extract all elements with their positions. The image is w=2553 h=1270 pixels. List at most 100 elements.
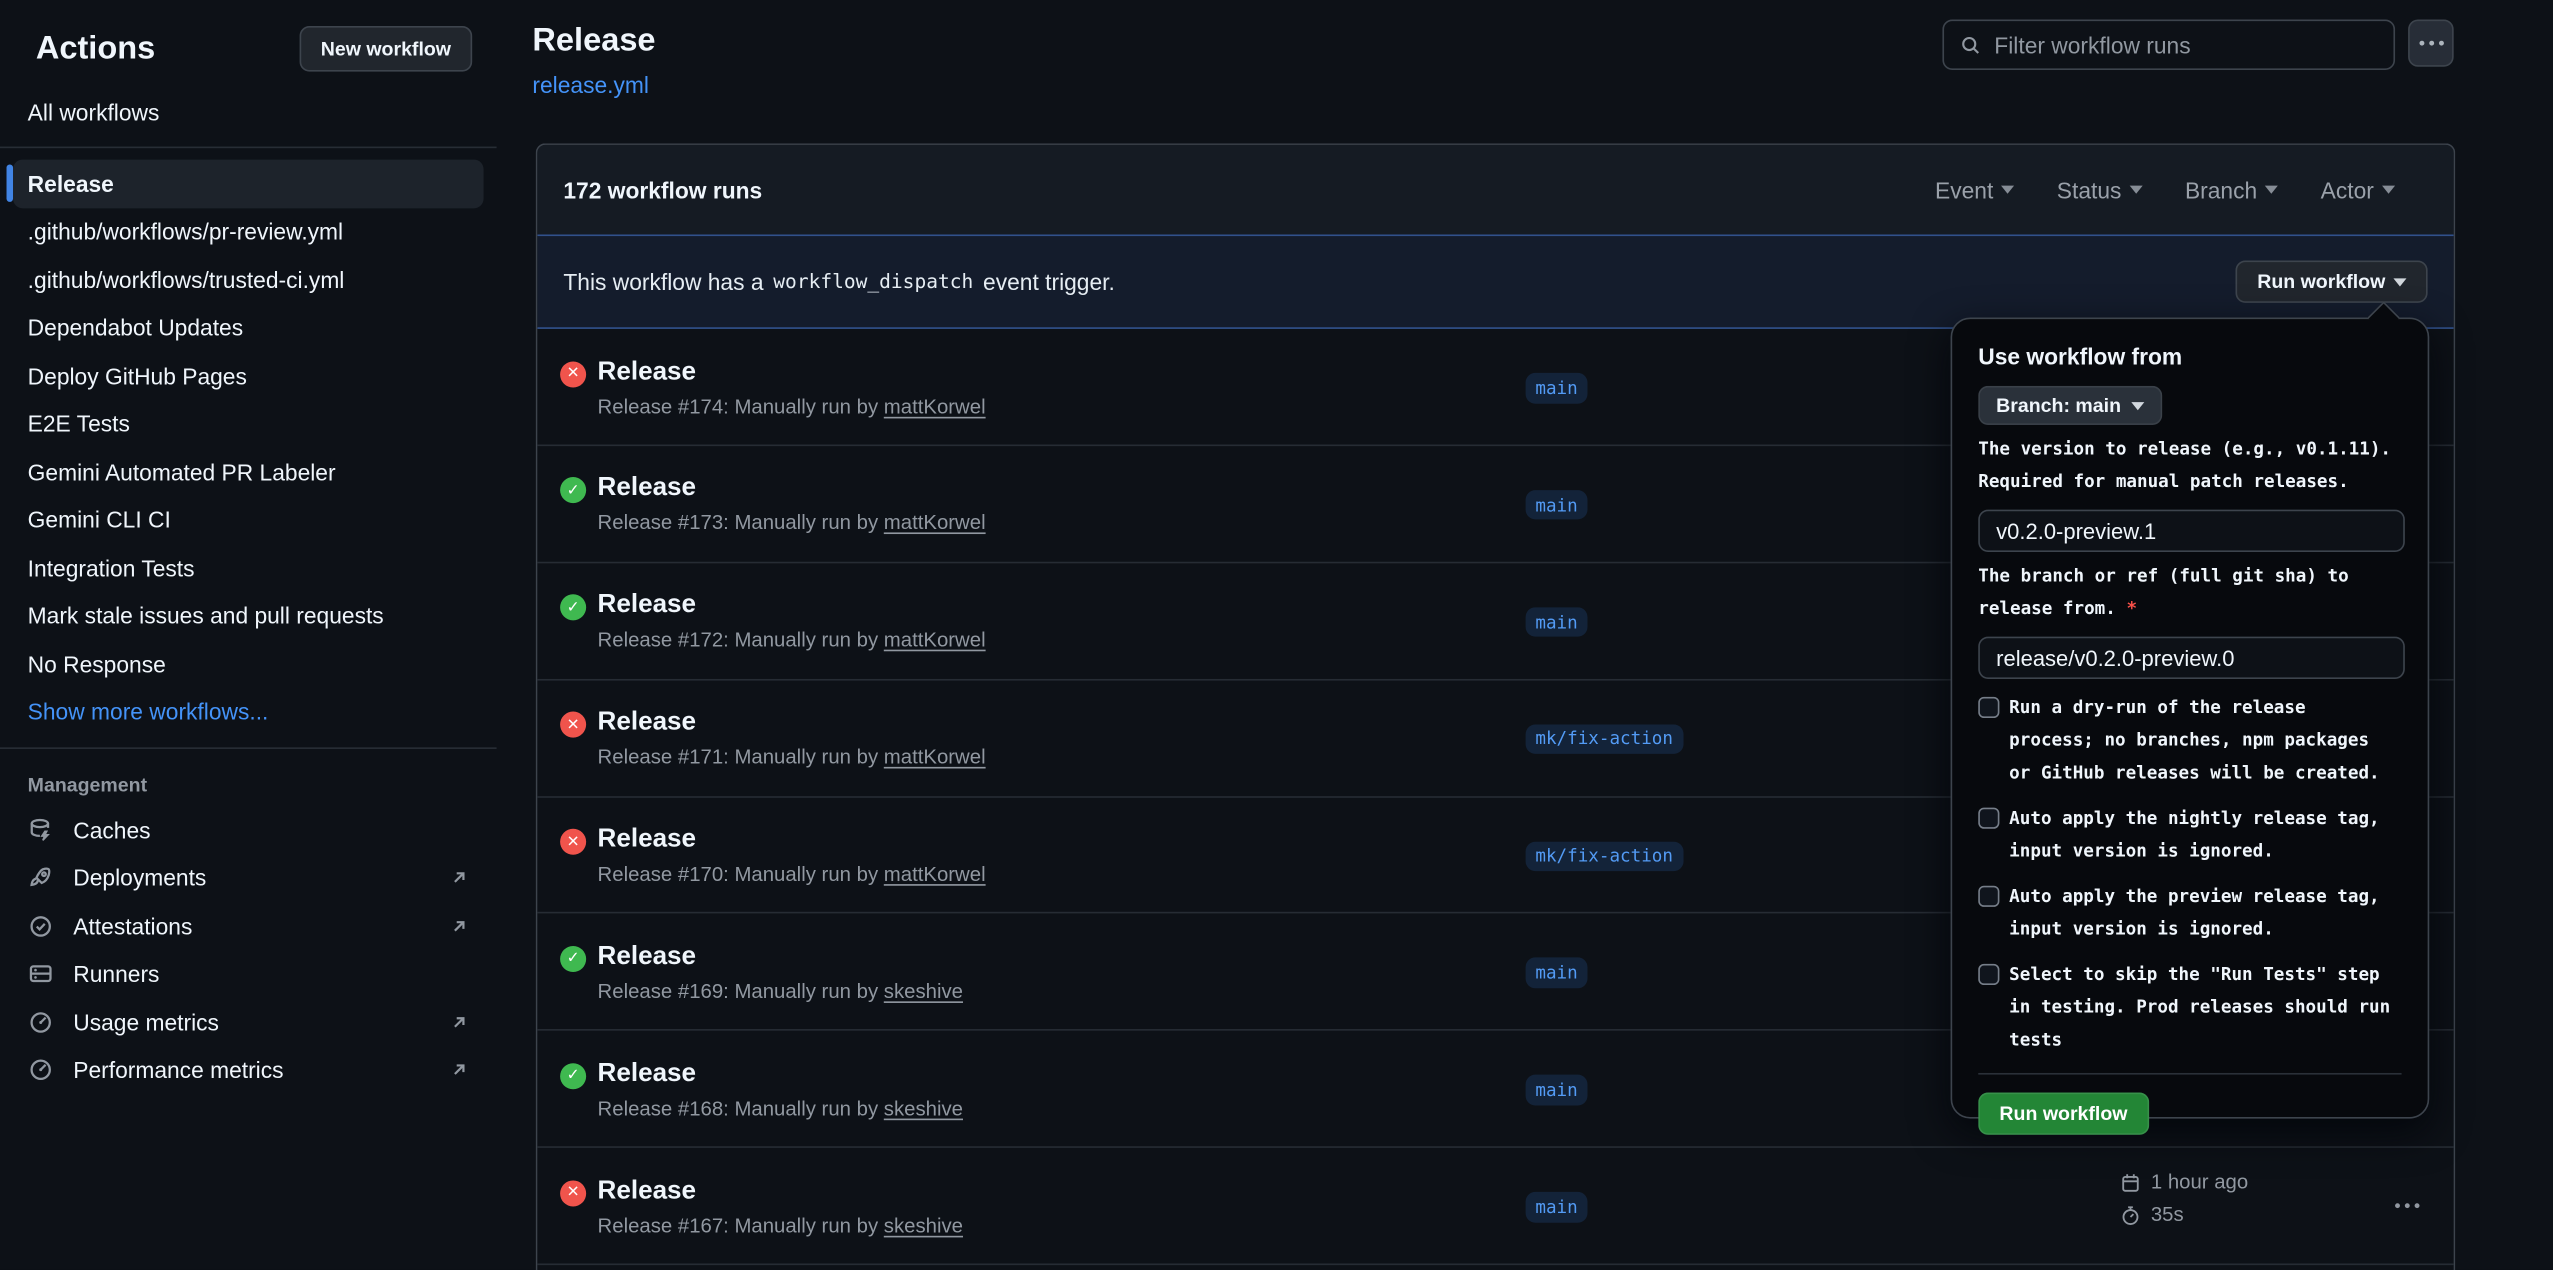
branch-chip[interactable]: mk/fix-action (1526, 724, 1683, 754)
branch-chip[interactable]: main (1526, 1192, 1588, 1222)
branch-chip[interactable]: main (1526, 958, 1588, 988)
run-meta: 1 hour ago 35s (2120, 1148, 2413, 1263)
sidebar-item-label: Gemini CLI CI (28, 507, 171, 533)
sidebar-item-all-workflows[interactable]: All workflows (13, 88, 484, 135)
meter-icon (28, 1009, 54, 1035)
sidebar-item-workflow[interactable]: Deploy GitHub Pages (13, 352, 484, 400)
run-time: 1 hour ago (2151, 1171, 2248, 1194)
checkbox[interactable] (1978, 964, 1999, 985)
actor-link[interactable]: mattKorwel (884, 746, 986, 769)
run-kebab-menu-button[interactable] (2387, 1191, 2426, 1220)
version-input[interactable] (1978, 510, 2404, 552)
sidebar-item-label: Deployments (73, 865, 206, 891)
run-workflow-submit-button[interactable]: Run workflow (1978, 1093, 2148, 1135)
branch-chip[interactable]: main (1526, 607, 1588, 637)
arrow-up-right-icon (449, 1060, 469, 1080)
sidebar-item-workflow[interactable]: No Response (13, 640, 484, 688)
sidebar-item-management[interactable]: Runners (13, 950, 484, 998)
actor-link[interactable]: skeshive (884, 1097, 963, 1120)
branch-chip[interactable]: main (1526, 490, 1588, 520)
sidebar-item-management[interactable]: Deployments (13, 854, 484, 902)
checkbox-label[interactable]: Select to skip the "Run Tests" step in t… (2009, 959, 2397, 1057)
kebab-icon (2394, 1203, 2399, 1208)
checkbox-label[interactable]: Auto apply the preview release tag, inpu… (2009, 881, 2397, 946)
new-workflow-button[interactable]: New workflow (300, 26, 473, 72)
run-title-link[interactable]: Release (598, 357, 697, 386)
management-list: Caches Deployments (0, 806, 497, 1094)
branch-chip[interactable]: main (1526, 1075, 1588, 1105)
run-title-link[interactable]: Release (598, 1060, 697, 1089)
sidebar-item-management[interactable]: Usage metrics (13, 998, 484, 1046)
filter-label: Branch (2185, 177, 2257, 203)
sidebar-item-workflow[interactable]: .github/workflows/pr-review.yml (13, 208, 484, 256)
runs-filter-dropdown[interactable]: Event (1935, 177, 2014, 203)
sidebar-item-label: Integration Tests (28, 555, 195, 581)
chevron-down-icon (2393, 278, 2406, 286)
run-title-link[interactable]: Release (598, 943, 697, 972)
actor-link[interactable]: skeshive (884, 1214, 963, 1237)
chevron-down-icon (2001, 186, 2014, 194)
checkbox[interactable] (1978, 886, 1999, 907)
run-subtitle: Release #172: Manually run by mattKorwel (598, 629, 986, 652)
workflow-run-row[interactable]: ✕ Release Release #167: Manually run by … (537, 1148, 2453, 1265)
run-title-link[interactable]: Release (598, 591, 697, 620)
sidebar-item-workflow[interactable]: .github/workflows/trusted-ci.yml (13, 256, 484, 304)
sidebar-item-management[interactable]: Attestations (13, 902, 484, 950)
sidebar-item-label: Dependabot Updates (28, 315, 243, 341)
run-workflow-dropdown-button[interactable]: Run workflow (2236, 261, 2428, 303)
runs-filter-dropdown[interactable]: Actor (2321, 177, 2395, 203)
banner-text-before: This workflow has a (563, 269, 763, 295)
run-title-link[interactable]: Release (598, 474, 697, 503)
run-title-link[interactable]: Release (598, 1177, 697, 1206)
sidebar-item-workflow[interactable]: Integration Tests (13, 544, 484, 592)
run-status-icon: ✕ (560, 361, 586, 387)
run-title-link[interactable]: Release (598, 826, 697, 855)
run-title-link[interactable]: Release (598, 709, 697, 738)
chevron-down-icon (2130, 186, 2143, 194)
sidebar-item-workflow[interactable]: E2E Tests (13, 400, 484, 448)
sidebar-item-label: No Response (28, 651, 166, 677)
ref-input-description: The branch or ref (full git sha) to rele… (1978, 560, 2405, 625)
actor-link[interactable]: mattKorwel (884, 863, 986, 886)
checkbox-row: Run a dry-run of the release process; no… (1978, 692, 2401, 790)
sidebar-item-label: .github/workflows/pr-review.yml (28, 219, 343, 245)
runs-filters: Event Status Branch Actor (1935, 177, 2428, 203)
runs-filter-dropdown[interactable]: Branch (2185, 177, 2278, 203)
runs-filter-dropdown[interactable]: Status (2057, 177, 2143, 203)
sidebar-item-workflow[interactable]: Gemini Automated PR Labeler (13, 448, 484, 496)
branch-chip[interactable]: main (1526, 373, 1588, 403)
run-subtitle: Release #171: Manually run by mattKorwel (598, 746, 986, 769)
run-subtitle: Release #174: Manually run by mattKorwel (598, 395, 986, 418)
checkbox-label[interactable]: Run a dry-run of the release process; no… (2009, 692, 2397, 790)
sidebar-item-workflow[interactable]: Mark stale issues and pull requests (13, 592, 484, 640)
sidebar-item-management[interactable]: Performance metrics (13, 1046, 484, 1094)
sidebar-item-workflow[interactable]: Release (13, 160, 484, 208)
checkbox[interactable] (1978, 808, 1999, 829)
ref-input[interactable] (1978, 637, 2404, 679)
actor-link[interactable]: mattKorwel (884, 512, 986, 535)
popover-checkboxes: Run a dry-run of the release process; no… (1978, 692, 2401, 1057)
actor-link[interactable]: mattKorwel (884, 629, 986, 652)
sidebar-item-management[interactable]: Caches (13, 806, 484, 854)
branch-chip[interactable]: mk/fix-action (1526, 841, 1683, 871)
run-subtitle: Release #173: Manually run by mattKorwel (598, 512, 986, 535)
verified-badge-icon (28, 913, 54, 939)
workflow-dispatch-banner: This workflow has a workflow_dispatch ev… (537, 234, 2453, 328)
filter-label: Status (2057, 177, 2122, 203)
branch-select-button[interactable]: Branch: main (1978, 386, 2161, 425)
run-workflow-popover: Use workflow from Branch: main The versi… (1951, 317, 2429, 1118)
sidebar-item-workflow[interactable]: Dependabot Updates (13, 304, 484, 352)
popover-title: Use workflow from (1978, 344, 2401, 370)
checkbox[interactable] (1978, 697, 1999, 718)
page-kebab-menu-button[interactable] (2408, 20, 2454, 67)
sidebar-item-workflow[interactable]: Show more workflows... (13, 688, 484, 736)
actor-link[interactable]: mattKorwel (884, 395, 986, 418)
page-title: Release (532, 23, 655, 60)
checkbox-label[interactable]: Auto apply the nightly release tag, inpu… (2009, 803, 2397, 868)
filter-workflow-runs-input[interactable] (1994, 32, 2377, 58)
actor-link[interactable]: skeshive (884, 980, 963, 1003)
version-input-description: The version to release (e.g., v0.1.11). … (1978, 433, 2405, 498)
workflow-file-link[interactable]: release.yml (532, 72, 649, 98)
run-status-icon: ✓ (560, 946, 586, 972)
sidebar-item-workflow[interactable]: Gemini CLI CI (13, 496, 484, 544)
